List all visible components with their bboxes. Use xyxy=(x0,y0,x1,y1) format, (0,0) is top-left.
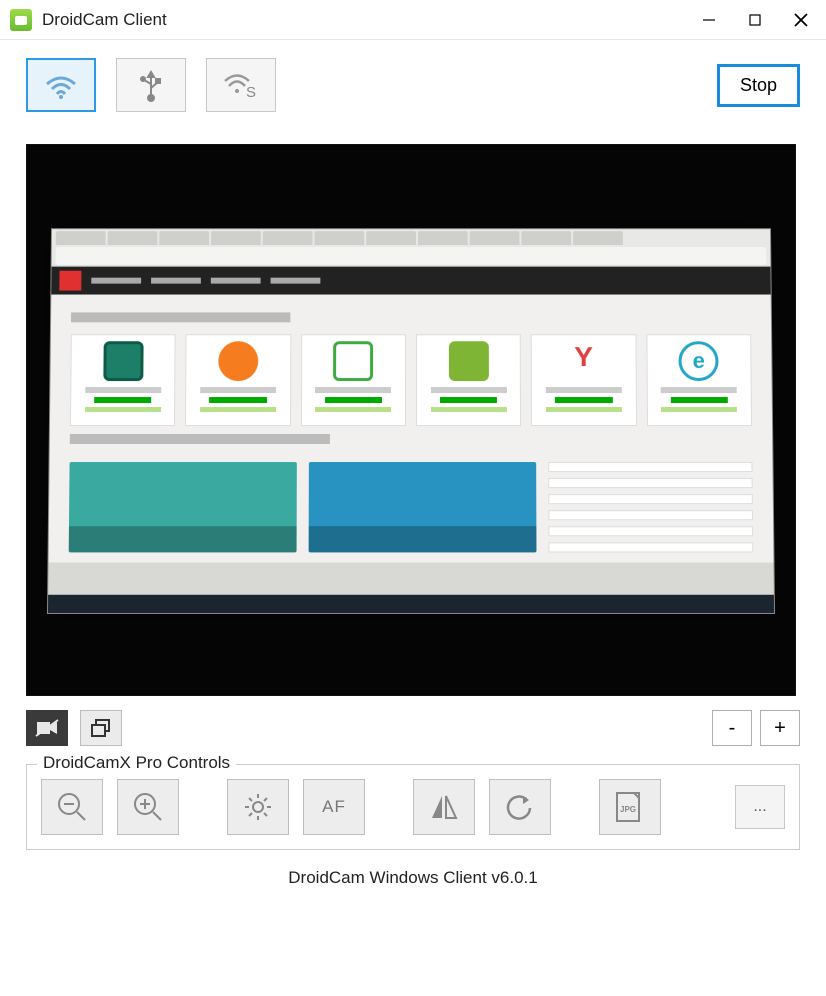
maximize-button[interactable] xyxy=(732,0,778,40)
stop-button[interactable]: Stop xyxy=(717,64,800,107)
svg-text:JPG: JPG xyxy=(620,805,636,814)
rotate-button[interactable] xyxy=(489,779,551,835)
wifi-s-icon: S xyxy=(221,69,261,101)
autofocus-button[interactable]: AF xyxy=(303,779,365,835)
af-label: AF xyxy=(322,797,346,817)
more-button[interactable]: ... xyxy=(735,785,785,829)
popout-button[interactable] xyxy=(80,710,122,746)
video-preview: Y e xyxy=(26,144,796,696)
zoom-out-icon xyxy=(55,790,89,824)
mirror-button[interactable] xyxy=(413,779,475,835)
jpg-icon: JPG xyxy=(613,790,647,824)
usb-icon xyxy=(136,68,166,102)
zoom-in-button[interactable]: + xyxy=(760,710,800,746)
footer-version: DroidCam Windows Client v6.0.1 xyxy=(26,868,800,888)
pro-zoom-out-button[interactable] xyxy=(41,779,103,835)
camera-feed: Y e xyxy=(47,228,775,614)
pro-controls-section: DroidCamX Pro Controls xyxy=(26,764,800,850)
wifi-icon xyxy=(42,70,80,100)
minimize-button[interactable] xyxy=(686,0,732,40)
popout-icon xyxy=(90,718,112,738)
pro-zoom-in-button[interactable] xyxy=(117,779,179,835)
usb-mode-button[interactable] xyxy=(116,58,186,112)
window-controls xyxy=(686,0,824,40)
preview-heading-2 xyxy=(70,434,330,444)
rotate-icon xyxy=(505,792,535,822)
svg-text:S: S xyxy=(246,84,256,101)
preview-controls-row: - + xyxy=(26,710,800,746)
zoom-out-button[interactable]: - xyxy=(712,710,752,746)
connection-mode-row: S Stop xyxy=(26,58,800,112)
wifi-mode-button[interactable] xyxy=(26,58,96,112)
brightness-icon xyxy=(242,791,274,823)
toggle-video-button[interactable] xyxy=(26,710,68,746)
mirror-icon xyxy=(428,792,460,822)
pro-controls-title: DroidCamX Pro Controls xyxy=(37,753,236,773)
app-icon xyxy=(10,9,32,31)
save-jpg-button[interactable]: JPG xyxy=(599,779,661,835)
zoom-in-icon xyxy=(131,790,165,824)
close-button[interactable] xyxy=(778,0,824,40)
app-title: DroidCam Client xyxy=(42,10,686,30)
brightness-button[interactable] xyxy=(227,779,289,835)
titlebar: DroidCam Client xyxy=(0,0,826,40)
preview-heading-1 xyxy=(71,312,290,322)
wifi-server-mode-button[interactable]: S xyxy=(206,58,276,112)
camera-off-icon xyxy=(35,718,59,738)
